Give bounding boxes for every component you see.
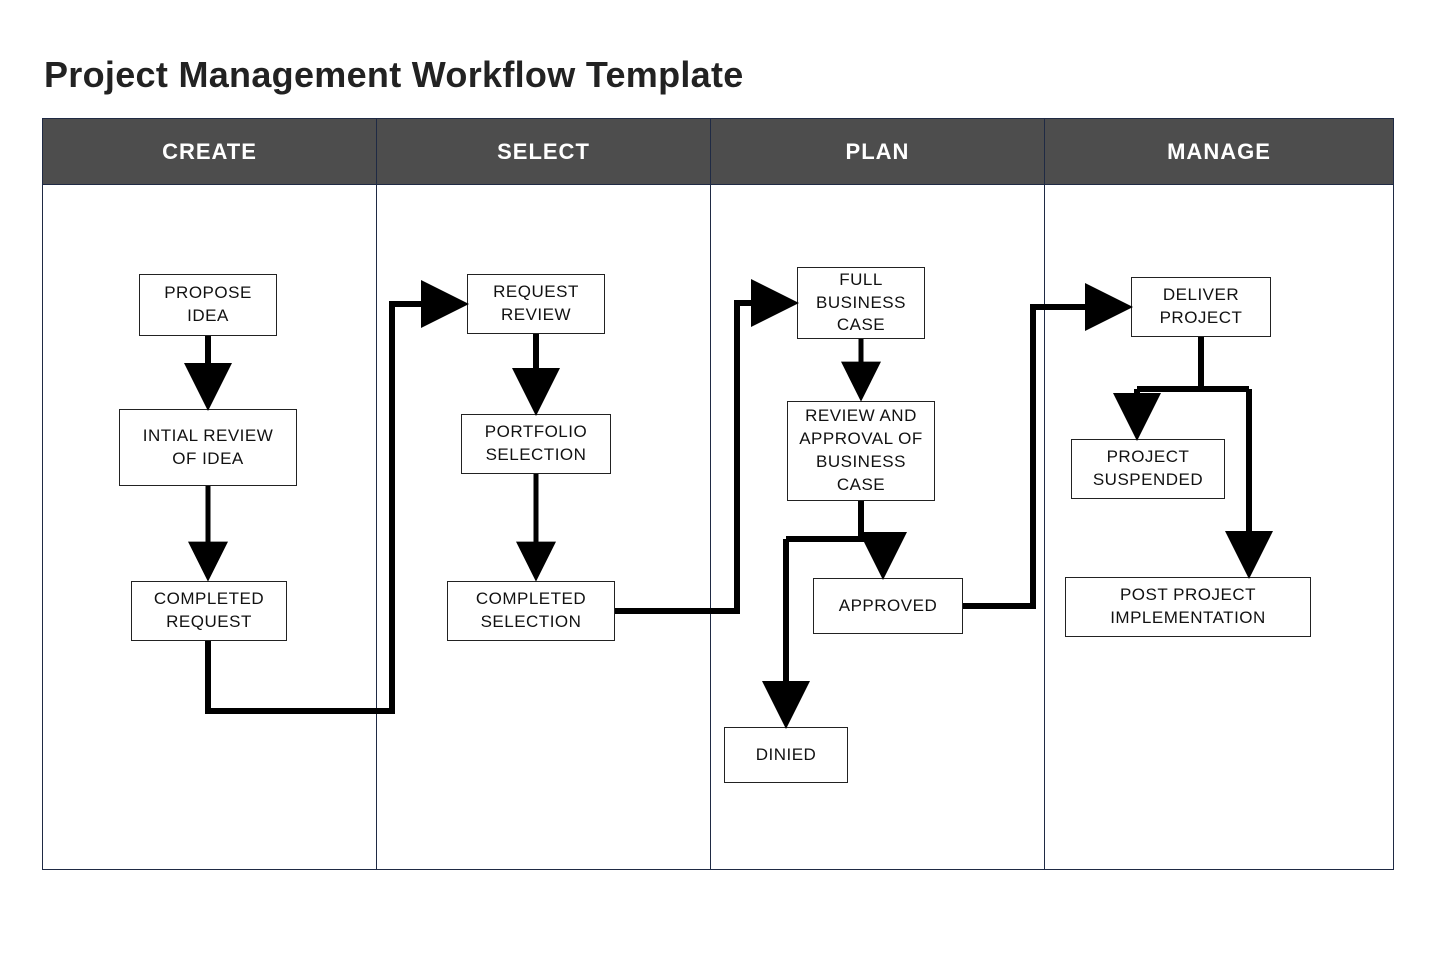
page-title: Project Management Workflow Template <box>44 54 1400 96</box>
box-full-business-case: FULL BUSINESS CASE <box>797 267 925 339</box>
box-approved: APPROVED <box>813 578 963 634</box>
lane-create: CREATE <box>43 119 377 869</box>
box-request-review: REQUEST REVIEW <box>467 274 605 334</box>
box-denied: DINIED <box>724 727 848 783</box>
lane-header-plan: PLAN <box>711 119 1044 185</box>
box-deliver-project: DELIVER PROJECT <box>1131 277 1271 337</box>
page: Project Management Workflow Template CRE… <box>0 0 1435 955</box>
box-review-approval: REVIEW AND APPROVAL OF BUSINESS CASE <box>787 401 935 501</box>
lane-header-select: SELECT <box>377 119 710 185</box>
box-propose-idea: PROPOSE IDEA <box>139 274 277 336</box>
box-post-project-impl: POST PROJECT IMPLEMENTATION <box>1065 577 1311 637</box>
lane-header-create: CREATE <box>43 119 376 185</box>
workflow-diagram: CREATE SELECT PLAN MANAGE PROPOSE IDEA I… <box>42 118 1394 870</box>
box-completed-request: COMPLETED REQUEST <box>131 581 287 641</box>
box-project-suspended: PROJECT SUSPENDED <box>1071 439 1225 499</box>
lane-header-manage: MANAGE <box>1045 119 1393 185</box>
box-portfolio-selection: PORTFOLIO SELECTION <box>461 414 611 474</box>
box-initial-review: INTIAL REVIEW OF IDEA <box>119 409 297 486</box>
box-completed-selection: COMPLETED SELECTION <box>447 581 615 641</box>
lane-select: SELECT <box>377 119 711 869</box>
